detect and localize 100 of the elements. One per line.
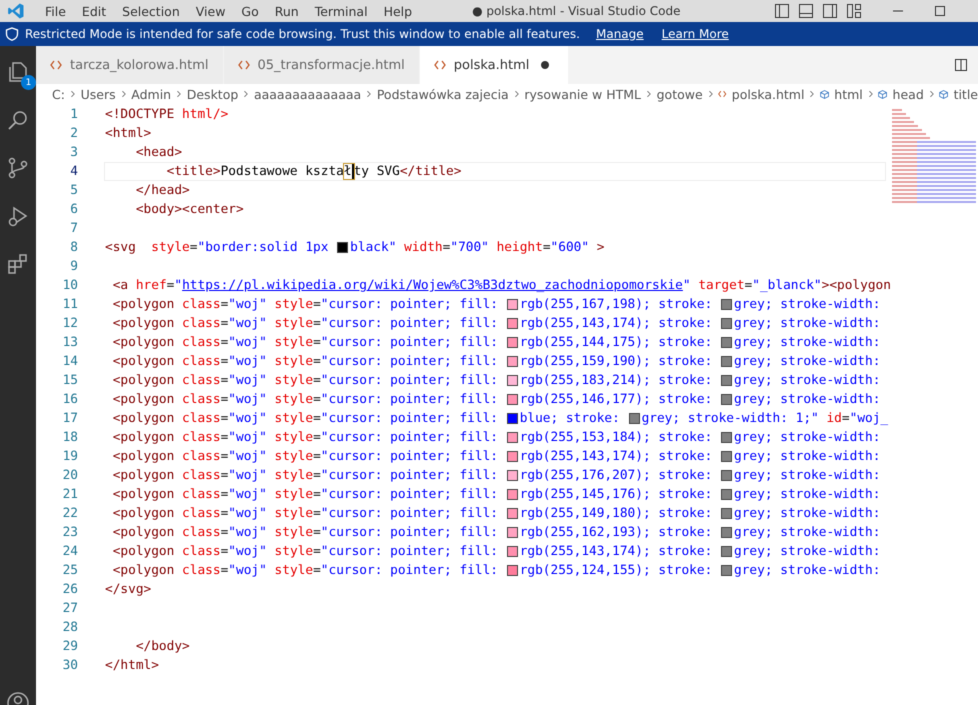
line-number: 29 <box>62 639 79 654</box>
layout-icon[interactable] <box>846 3 862 19</box>
breadcrumb-item[interactable]: Admin <box>131 86 172 102</box>
color-swatch[interactable] <box>721 451 732 462</box>
color-swatch[interactable] <box>506 508 518 519</box>
color-swatch[interactable] <box>506 527 518 538</box>
color-swatch[interactable] <box>337 242 348 253</box>
line-number: 28 <box>62 620 79 635</box>
vscode-logo-icon <box>7 2 25 20</box>
color-swatch[interactable] <box>721 337 732 348</box>
menu-item[interactable]: Help <box>376 4 420 18</box>
code-text: <polygon class="woj" style="cursor: pointer; fill: <box>112 525 499 540</box>
code-text: <polygon class="woj" style="cursor: pointer; fill: <box>112 563 499 578</box>
code-text: rgb(255,145,176); stroke: <box>520 487 714 502</box>
chevron-right-icon <box>928 89 934 99</box>
breadcrumb-item[interactable]: gotowe <box>656 86 703 102</box>
chevron-right-icon <box>70 89 76 99</box>
breadcrumb-item[interactable]: polska.html <box>732 86 804 102</box>
color-swatch[interactable] <box>506 394 518 405</box>
breadcrumb-item[interactable]: html <box>834 86 863 102</box>
color-swatch[interactable] <box>721 356 732 367</box>
menu-item[interactable]: View <box>188 4 234 18</box>
code-file-icon <box>238 60 250 70</box>
cube-icon <box>939 88 949 100</box>
menu-item[interactable]: File <box>37 4 74 18</box>
code-text: <polygon class="woj" style="cursor: pointer; fill: <box>112 506 499 521</box>
color-swatch[interactable] <box>721 318 732 329</box>
color-swatch[interactable] <box>506 375 518 386</box>
color-swatch[interactable] <box>628 413 640 424</box>
banner-link[interactable]: Learn More <box>662 27 729 41</box>
breadcrumb-item[interactable]: C: <box>52 86 65 102</box>
color-swatch[interactable] <box>721 470 732 481</box>
split-editor-icon[interactable] <box>954 58 968 72</box>
color-swatch[interactable] <box>506 451 518 462</box>
account-icon[interactable] <box>6 691 30 705</box>
code-file-icon <box>718 89 727 99</box>
breadcrumb-item[interactable]: aaaaaaaaaaaaaa <box>254 86 362 102</box>
color-swatch[interactable] <box>721 508 732 519</box>
breadcrumb-item[interactable]: Podstawówka zajecia <box>376 86 509 102</box>
menu-item[interactable]: Selection <box>114 4 188 18</box>
code-text: <polygon class="woj" style="cursor: pointer; fill: <box>112 392 499 407</box>
breadcrumb-item[interactable]: Desktop <box>186 86 238 102</box>
breadcrumb-item[interactable]: rysowanie w HTML <box>524 86 641 102</box>
editor-tab[interactable]: polska.html <box>420 46 569 84</box>
color-swatch[interactable] <box>506 356 518 367</box>
breadcrumb-item[interactable]: Users <box>80 86 116 102</box>
source-control-icon[interactable] <box>6 156 30 180</box>
color-swatch[interactable] <box>721 527 732 538</box>
chevron-right-icon <box>176 89 182 99</box>
breadcrumb-item[interactable]: title <box>954 86 978 102</box>
color-swatch[interactable] <box>721 489 732 500</box>
menu-item[interactable]: Terminal <box>306 4 376 18</box>
line-number: 18 <box>62 430 79 445</box>
line-number: 5 <box>69 183 79 198</box>
code-text: grey; stroke-width: <box>734 373 880 388</box>
color-swatch[interactable] <box>721 565 732 576</box>
line-number: 15 <box>62 373 79 388</box>
code-text: grey; stroke-width: <box>734 506 880 521</box>
color-swatch[interactable] <box>721 375 732 386</box>
color-swatch[interactable] <box>506 337 518 348</box>
code-text: </body> <box>134 639 190 654</box>
line-number: 25 <box>62 563 79 578</box>
line-number: 21 <box>62 487 79 502</box>
color-swatch[interactable] <box>506 565 518 576</box>
color-swatch[interactable] <box>506 413 518 424</box>
sidebar-toggle-icon[interactable] <box>774 3 790 19</box>
maximize-icon[interactable] <box>934 5 946 17</box>
color-swatch[interactable] <box>721 299 732 310</box>
code-text: <title>Podstawowe kształ ty SVG</title> <box>166 164 462 179</box>
extensions-icon[interactable] <box>6 252 30 276</box>
color-swatch[interactable] <box>506 489 518 500</box>
color-swatch[interactable] <box>506 299 518 310</box>
menu-item[interactable]: Run <box>266 4 307 18</box>
menu-item[interactable]: Go <box>233 4 267 18</box>
code-text: blue; stroke: <box>520 411 621 426</box>
chevron-right-icon <box>646 89 652 99</box>
panel-toggle-icon[interactable] <box>798 3 814 19</box>
url-link[interactable]: https://pl.wikipedia.org/wiki/Wojew%C3%B3dztwo_zachodniopomorskie <box>182 278 683 293</box>
run-debug-icon[interactable] <box>6 204 30 228</box>
color-swatch[interactable] <box>721 432 732 443</box>
color-swatch[interactable] <box>721 546 732 557</box>
menu-item[interactable]: Edit <box>74 4 114 18</box>
breadcrumb-item[interactable]: head <box>892 86 924 102</box>
line-number: 10 <box>62 278 79 293</box>
banner-link[interactable]: Manage <box>596 27 644 41</box>
color-swatch[interactable] <box>506 470 518 481</box>
chevron-right-icon <box>120 89 126 99</box>
secondary-sidebar-toggle-icon[interactable] <box>822 3 838 19</box>
color-swatch[interactable] <box>506 546 518 557</box>
color-swatch[interactable] <box>506 432 518 443</box>
code-text: <svg style="border:solid 1px <box>105 240 330 255</box>
editor-tab[interactable]: 05_transformacje.html <box>224 46 420 84</box>
code-text: grey; stroke-width: <box>734 525 880 540</box>
color-swatch[interactable] <box>506 318 518 329</box>
editor-tab[interactable]: tarcza_kolorowa.html <box>36 46 224 84</box>
line-number: 27 <box>62 601 79 616</box>
code-text: <polygon class="woj" style="cursor: pointer; fill: <box>112 373 499 388</box>
code-text: </head> <box>134 183 190 198</box>
color-swatch[interactable] <box>721 394 732 405</box>
banner-text: Restricted Mode is intended for safe code browsing. Trust this window to enable all features. <box>25 27 580 41</box>
